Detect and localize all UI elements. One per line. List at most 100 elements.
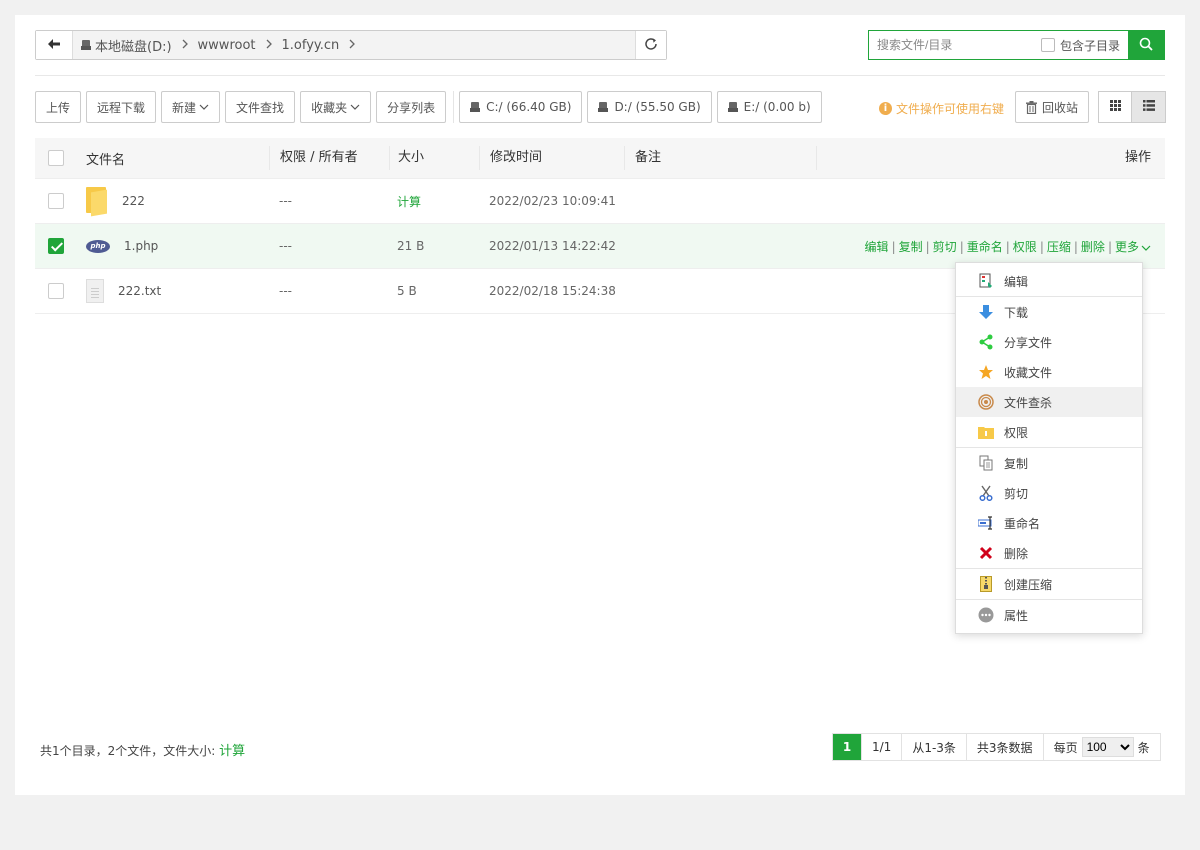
rename-icon — [978, 515, 994, 531]
favorites-button[interactable]: 收藏夹 — [300, 91, 372, 123]
refresh-button[interactable] — [635, 31, 666, 59]
php-file-icon: php — [86, 239, 110, 253]
row-checkbox[interactable] — [48, 283, 64, 299]
view-toggle — [1098, 91, 1166, 123]
hard-disk-icon — [598, 102, 609, 112]
text-file-icon — [86, 279, 104, 303]
menu-item-favorite[interactable]: 收藏文件 — [956, 357, 1142, 387]
breadcrumb-item-disk[interactable]: 本地磁盘(D:) — [81, 36, 198, 55]
share-icon — [978, 334, 994, 350]
menu-item-delete[interactable]: 删除 — [956, 538, 1142, 568]
select-all-checkbox[interactable] — [48, 150, 64, 166]
trash-icon — [1026, 100, 1037, 114]
refresh-icon — [644, 36, 658, 55]
folder-summary: 共1个目录，2个文件，文件大小: 计算 — [40, 744, 246, 759]
header-size[interactable]: 大小 — [389, 146, 479, 170]
chevron-down-icon — [350, 102, 360, 113]
remote-download-button[interactable]: 远程下载 — [86, 91, 157, 123]
chevron-right-icon — [182, 38, 188, 52]
download-icon — [978, 304, 994, 320]
op-edit[interactable]: 编辑 — [865, 240, 889, 254]
menu-item-download[interactable]: 下载 — [956, 297, 1142, 327]
menu-item-rename[interactable]: 重命名 — [956, 508, 1142, 538]
file-name[interactable]: 222 — [122, 194, 145, 208]
page-of: 1/1 — [861, 734, 901, 760]
calc-size-link[interactable]: 计算 — [389, 193, 479, 210]
op-more[interactable]: 更多 — [1115, 240, 1151, 254]
disk-e-button[interactable]: E:/ (0.00 b) — [716, 91, 822, 123]
header-name[interactable]: 文件名 — [77, 149, 269, 168]
file-name[interactable]: 222.txt — [118, 284, 161, 298]
grid-icon — [1109, 100, 1121, 114]
copy-icon — [978, 455, 994, 471]
search-input[interactable] — [869, 31, 1041, 59]
arrow-left-icon — [48, 37, 60, 53]
search-button[interactable] — [1128, 31, 1164, 59]
file-perm: --- — [279, 284, 292, 298]
divider — [35, 75, 1165, 76]
per-page-select[interactable]: 100 — [1081, 737, 1134, 757]
header-note: 备注 — [624, 146, 816, 170]
menu-item-copy[interactable]: 复制 — [956, 448, 1142, 478]
path-bar: 本地磁盘(D:) wwwroot 1.ofyy.cn — [35, 30, 667, 60]
page-range: 从1-3条 — [901, 734, 966, 760]
chevron-right-icon — [349, 38, 356, 52]
op-cut[interactable]: 剪切 — [933, 240, 957, 254]
file-size: 5 B — [397, 284, 417, 298]
op-delete[interactable]: 删除 — [1081, 240, 1105, 254]
header-perm: 权限 / 所有者 — [269, 146, 389, 170]
context-menu: 编辑 下载 分享文件 收藏文件 文件查杀 权限 复制 剪切 重命名 删除 创建压… — [955, 262, 1143, 634]
toolbar-separator — [453, 91, 455, 123]
menu-item-share[interactable]: 分享文件 — [956, 327, 1142, 357]
more-dots-icon — [978, 607, 994, 623]
calc-total-size-link[interactable]: 计算 — [219, 744, 245, 759]
back-button[interactable] — [36, 31, 73, 59]
search-icon — [1139, 37, 1153, 54]
pagination: 1 1/1 从1-3条 共3条数据 每页 100 条 — [832, 733, 1161, 761]
file-mtime: 2022/02/18 15:24:38 — [489, 284, 616, 298]
toolbar: 上传 远程下载 新建 文件查找 收藏夹 分享列表 C:/ (66.40 GB) … — [35, 91, 827, 123]
table-row[interactable]: 222 --- 计算 2022/02/23 10:09:41 — [35, 179, 1165, 224]
list-view-button[interactable] — [1132, 91, 1166, 123]
menu-item-cut[interactable]: 剪切 — [956, 478, 1142, 508]
recycle-bin-button[interactable]: 回收站 — [1015, 91, 1090, 123]
op-perm[interactable]: 权限 — [1013, 240, 1037, 254]
file-perm: --- — [279, 194, 292, 208]
header-mtime[interactable]: 修改时间 — [479, 146, 624, 170]
star-icon — [978, 364, 994, 380]
chevron-down-icon — [199, 102, 209, 113]
menu-item-edit[interactable]: 编辑 — [956, 266, 1142, 296]
include-subdir-checkbox[interactable] — [1040, 38, 1055, 52]
hard-disk-icon — [81, 40, 91, 50]
chevron-right-icon — [266, 38, 272, 52]
op-copy[interactable]: 复制 — [899, 240, 923, 254]
new-button[interactable]: 新建 — [161, 91, 221, 123]
zip-icon — [978, 576, 994, 592]
file-name[interactable]: 1.php — [124, 239, 158, 253]
info-icon: i — [879, 102, 892, 115]
breadcrumb-item-wwwroot[interactable]: wwwroot — [198, 38, 282, 53]
disk-d-button[interactable]: D:/ (55.50 GB) — [587, 91, 712, 123]
per-page: 每页 100 条 — [1042, 734, 1160, 760]
op-rename[interactable]: 重命名 — [967, 240, 1003, 254]
chevron-down-icon — [1139, 240, 1151, 254]
page-current[interactable]: 1 — [833, 734, 861, 760]
grid-view-button[interactable] — [1098, 91, 1132, 123]
row-checkbox[interactable] — [48, 193, 64, 209]
disk-c-button[interactable]: C:/ (66.40 GB) — [459, 91, 583, 123]
upload-button[interactable]: 上传 — [35, 91, 82, 123]
share-list-button[interactable]: 分享列表 — [376, 91, 447, 123]
row-checkbox[interactable] — [48, 238, 64, 254]
header-ops: 操作 — [816, 146, 1165, 170]
file-mtime: 2022/02/23 10:09:41 — [489, 194, 616, 208]
menu-item-virus-scan[interactable]: 文件查杀 — [956, 387, 1142, 417]
file-size: 21 B — [397, 239, 425, 253]
menu-item-properties[interactable]: 属性 — [956, 600, 1142, 630]
menu-item-permission[interactable]: 权限 — [956, 417, 1142, 447]
include-subdir-toggle[interactable]: 包含子目录 — [1040, 31, 1128, 59]
breadcrumb-item-site[interactable]: 1.ofyy.cn — [282, 38, 366, 53]
file-search-button[interactable]: 文件查找 — [225, 91, 296, 123]
menu-item-compress[interactable]: 创建压缩 — [956, 569, 1142, 599]
row-operations: 编辑 | 复制 | 剪切 | 重命名 | 权限 | 压缩 | 删除 | 更多 — [865, 240, 1151, 254]
op-compress[interactable]: 压缩 — [1047, 240, 1071, 254]
